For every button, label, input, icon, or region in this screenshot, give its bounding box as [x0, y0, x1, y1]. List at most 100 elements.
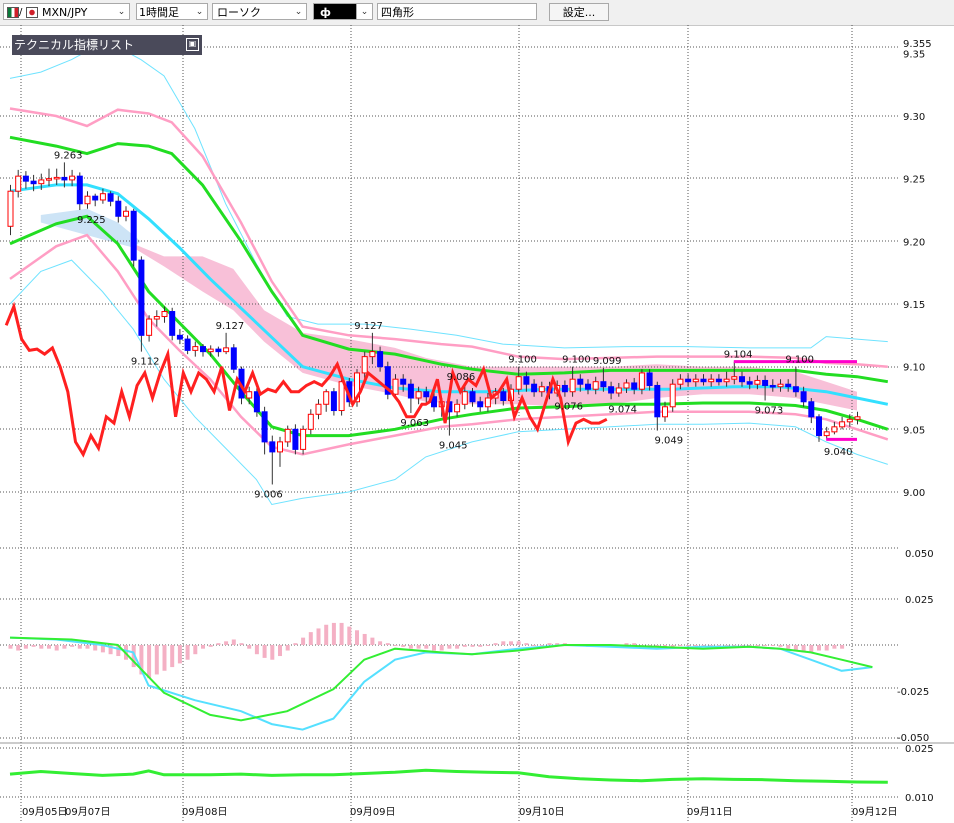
price-label: 9.006: [254, 489, 283, 500]
candle-body: [215, 348, 222, 353]
macd-histogram-bar: [339, 622, 344, 645]
candle-body: [769, 384, 776, 388]
candle-body: [53, 176, 60, 180]
candle-body: [22, 175, 29, 182]
macd-histogram-bar: [485, 645, 490, 646]
candle-body: [754, 379, 761, 385]
price-label: 9.040: [824, 447, 853, 458]
candle-body: [153, 316, 160, 320]
indicator-list-panel[interactable]: テクニカル指標リスト ▣: [12, 35, 202, 55]
candle-body: [623, 382, 630, 389]
candle-body: [361, 356, 368, 374]
candle-body: [146, 318, 153, 336]
candle-body: [99, 193, 106, 201]
candle-body: [808, 401, 815, 418]
macd-histogram-bar: [270, 645, 275, 660]
macd-histogram-bar: [355, 630, 359, 645]
close-icon[interactable]: ▣: [186, 38, 199, 51]
candle-body: [515, 376, 522, 390]
candle-body: [138, 259, 145, 336]
macd-histogram-bar: [786, 645, 791, 649]
period-value: 1時間足: [139, 6, 179, 19]
macd-histogram-bar: [216, 643, 221, 645]
candle-body: [7, 190, 14, 227]
macd-histogram-bar: [824, 645, 829, 651]
price-label: 9.263: [54, 150, 83, 161]
price-label: 9.063: [400, 418, 429, 429]
macd-histogram-bar: [693, 645, 698, 646]
chevron-down-icon[interactable]: ⌄: [192, 4, 207, 19]
price-chart[interactable]: 9.263 9.225 9.112 9.127 9.006 9.127 9.063 9.086…: [0, 25, 954, 823]
price-label: 9.127: [216, 321, 245, 332]
lower-indicator-line: [9, 768, 888, 784]
candle-body: [92, 195, 99, 201]
date-axis-label: 09月10日: [519, 806, 564, 818]
price-label: 9.100: [508, 355, 537, 366]
candle-body: [800, 391, 807, 403]
candle-body: [461, 391, 468, 405]
shape-field[interactable]: 四角形: [377, 3, 537, 20]
candle-body: [823, 431, 830, 437]
macd-histogram-bar: [301, 637, 306, 645]
candle-body: [523, 376, 530, 385]
period-select[interactable]: 1時間足 ⌄: [136, 3, 208, 20]
candle-body: [708, 378, 715, 383]
candle-body: [762, 379, 769, 386]
draw-tool-select[interactable]: ф ⌄: [313, 3, 373, 20]
candle-body: [669, 383, 676, 408]
macd-histogram-bar: [162, 645, 167, 671]
macd-histogram-bar: [385, 643, 390, 645]
macd-histogram-bar: [478, 645, 483, 647]
settings-button[interactable]: 設定...: [549, 3, 609, 21]
candle-body: [184, 338, 191, 351]
macd-histogram-bar: [362, 633, 367, 645]
macd-histogram-bar: [817, 645, 821, 651]
currency-pair-select[interactable]: / MXN/JPY ⌄: [3, 3, 130, 20]
candle-body: [785, 383, 792, 388]
macd-histogram-bar: [509, 641, 513, 645]
candle-body: [577, 378, 584, 385]
chevron-down-icon[interactable]: ⌄: [291, 4, 306, 19]
chevron-down-icon[interactable]: ⌄: [114, 4, 129, 19]
macd-histogram-bar: [455, 645, 460, 649]
price-label: 9.100: [562, 355, 591, 366]
japan-flag-icon: [26, 7, 38, 18]
candle-body: [777, 383, 784, 388]
candle-body: [246, 391, 253, 399]
macd-histogram-bar: [686, 645, 691, 646]
candle-body: [230, 347, 237, 370]
macd-axis-label: -0.050: [897, 733, 929, 744]
macd-histogram-bar: [93, 645, 98, 651]
candle-body: [846, 418, 853, 423]
candle-body: [30, 180, 37, 185]
macd-histogram-bar: [324, 624, 329, 645]
date-axis-label: 09月12日: [852, 806, 897, 818]
candle-body: [107, 193, 114, 202]
candle-body: [115, 200, 122, 217]
chart-type-value: ローソク: [217, 6, 261, 19]
candle-body: [338, 381, 345, 412]
macd-histogram-bar: [85, 645, 90, 649]
price-label: 9.073: [755, 406, 784, 417]
price-axis-label: 9.35: [903, 49, 925, 60]
chevron-down-icon[interactable]: ⌄: [356, 4, 372, 19]
candle-body: [700, 378, 707, 383]
candle-body: [169, 311, 176, 336]
price-label: 9.076: [554, 402, 583, 413]
date-axis-label: 09月08日: [182, 806, 227, 818]
macd-histogram-bar: [224, 641, 229, 645]
macd-histogram-bar: [77, 645, 82, 649]
macd-histogram-bar: [8, 645, 13, 649]
candle-body: [377, 351, 384, 368]
lower-axis-label: 0.025: [905, 744, 934, 755]
macd-histogram-bar: [201, 645, 205, 649]
candle-body: [715, 378, 722, 383]
candle-body: [207, 348, 214, 353]
chart-type-select[interactable]: ローソク ⌄: [212, 3, 307, 20]
candle-body: [423, 391, 430, 398]
macd-histogram-bar: [247, 645, 252, 649]
candle-body: [130, 210, 137, 261]
candle-body: [84, 195, 91, 205]
macd-histogram-bar: [755, 645, 760, 646]
candle-body: [746, 381, 753, 385]
